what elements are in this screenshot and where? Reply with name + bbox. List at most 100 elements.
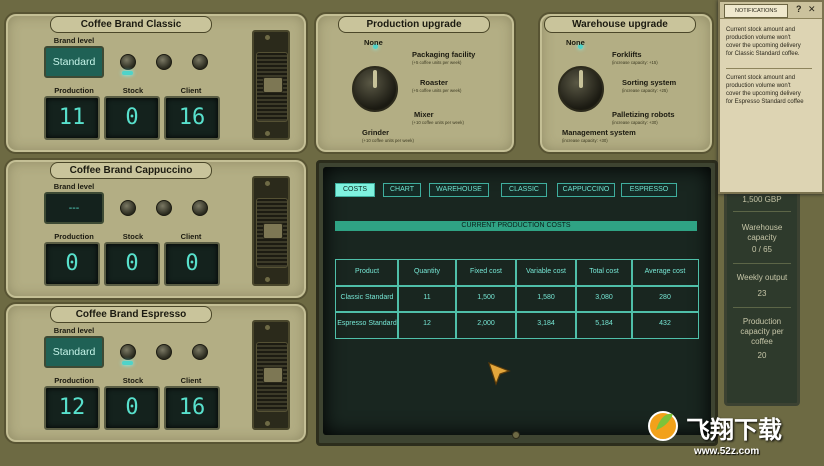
table-cell: 3,080: [595, 294, 613, 301]
toggle-switch[interactable]: [156, 54, 172, 70]
toggle-switch[interactable]: [120, 200, 136, 216]
table-cell: 1,500: [477, 294, 495, 301]
weekly-output-value: 23: [757, 289, 767, 298]
stats-panel: 1,500 GBP Warehouse capacity 0 / 65 Week…: [724, 176, 800, 406]
production-display: 11: [44, 96, 100, 140]
stock-label: Stock: [122, 86, 144, 95]
stock-display: 0: [104, 242, 160, 286]
toggle-switch[interactable]: [156, 200, 172, 216]
bolt-icon: [264, 180, 271, 187]
warehouse-option-sorting[interactable]: Sorting system: [622, 78, 676, 87]
stock-label: Stock: [122, 232, 144, 241]
stock-display: 0: [104, 386, 160, 430]
table-cell: Classic Standard: [340, 294, 394, 301]
bolt-icon: [264, 34, 271, 41]
production-display: 12: [44, 386, 100, 430]
bolt-icon: [264, 420, 271, 427]
production-upgrade-title: Production upgrade: [338, 16, 490, 33]
production-lever[interactable]: [256, 52, 288, 122]
production-label: Production: [54, 86, 94, 95]
leaf-logo-icon: [648, 411, 678, 441]
brand-level-display[interactable]: Standard: [44, 46, 104, 78]
production-option-grinder-sub: (+10 coffee units per week): [362, 138, 414, 143]
toggle-switch[interactable]: [120, 54, 136, 70]
production-lever[interactable]: [256, 198, 288, 268]
bolt-icon: [264, 276, 271, 283]
warehouse-option-forklifts-sub: (increase capacity: +15): [612, 60, 658, 65]
client-display: 16: [164, 96, 220, 140]
notification-message: Current stock amount and production volu…: [726, 27, 801, 57]
toggle-switch[interactable]: [192, 200, 208, 216]
tab-cappuccino[interactable]: CAPPUCCINO: [557, 183, 615, 197]
production-option-grinder[interactable]: Grinder: [362, 128, 389, 137]
toggle-switch[interactable]: [192, 54, 208, 70]
tab-warehouse[interactable]: WAREHOUSE: [429, 183, 489, 197]
toggle-switch[interactable]: [120, 344, 136, 360]
tab-espresso[interactable]: ESPRESSO: [621, 183, 677, 197]
client-label: Client: [180, 232, 202, 241]
production-label: Production: [54, 232, 94, 241]
brand-level-label: Brand level: [53, 36, 95, 45]
table-header-cell: Product: [354, 268, 380, 275]
tab-costs[interactable]: COSTS: [335, 183, 375, 197]
notifications-panel: NOTIFICATIONS ? ✕ Current stock amount a…: [718, 0, 824, 194]
costs-title: CURRENT PRODUCTION COSTS: [461, 222, 571, 229]
notifications-title: NOTIFICATIONS: [724, 4, 788, 18]
table-cell: 2,000: [477, 320, 495, 327]
warehouse-option-forklifts[interactable]: Forklifts: [612, 50, 642, 59]
cursor-arrow-icon: [488, 361, 511, 386]
stats-divider: [733, 307, 791, 308]
production-lever[interactable]: [256, 342, 288, 412]
production-option-mixer[interactable]: Mixer: [414, 110, 434, 119]
brand-level-label: Brand level: [53, 182, 95, 191]
table-cell: Espresso Standard: [337, 320, 397, 327]
brand-level-display[interactable]: Standard: [44, 336, 104, 368]
table-cell: 280: [659, 294, 671, 301]
table-header-cell: Quantity: [413, 268, 441, 275]
help-button[interactable]: ?: [796, 4, 802, 14]
money-value: 1,500 GBP: [742, 195, 782, 204]
brand-panel: Coffee Brand Espresso Brand level Standa…: [4, 302, 308, 444]
table-header-cell: Total cost: [589, 268, 619, 275]
table-cell: 3,184: [537, 320, 555, 327]
table-cell: 432: [659, 320, 671, 327]
warehouse-option-management[interactable]: Management system: [562, 128, 636, 137]
warehouse-option-none[interactable]: None: [566, 38, 585, 47]
client-display: 0: [164, 242, 220, 286]
toggle-switch[interactable]: [156, 344, 172, 360]
table-header-cell: Variable cost: [526, 268, 566, 275]
weekly-output-label: Weekly output: [736, 273, 788, 282]
client-display: 16: [164, 386, 220, 430]
watermark-logo: [648, 404, 678, 444]
production-option-packaging-sub: (+5 coffee units per week): [412, 60, 462, 65]
warehouse-upgrade-knob[interactable]: [558, 66, 604, 112]
production-option-roaster[interactable]: Roaster: [420, 78, 448, 87]
production-upgrade-knob[interactable]: [352, 66, 398, 112]
warehouse-upgrade-title: Warehouse upgrade: [544, 16, 696, 33]
tab-classic[interactable]: CLASSIC: [501, 183, 547, 197]
stock-label: Stock: [122, 376, 144, 385]
production-option-mixer-sub: (+10 coffee units per week): [412, 120, 464, 125]
production-label: Production: [54, 376, 94, 385]
bolt-icon: [264, 324, 271, 331]
production-option-none[interactable]: None: [364, 38, 383, 47]
warehouse-option-palletizing[interactable]: Palletizing robots: [612, 110, 675, 119]
brand-level-indicator: [122, 361, 133, 365]
brand-level-label: Brand level: [53, 326, 95, 335]
brand-level-display[interactable]: ---: [44, 192, 104, 224]
table-cell: 1,580: [537, 294, 555, 301]
tab-chart[interactable]: CHART: [383, 183, 421, 197]
brand-title: Coffee Brand Cappuccino: [50, 162, 212, 179]
production-option-packaging[interactable]: Packaging facility: [412, 50, 475, 59]
stock-display: 0: [104, 96, 160, 140]
production-display: 0: [44, 242, 100, 286]
table-cell: 11: [423, 294, 431, 301]
toggle-switch[interactable]: [192, 344, 208, 360]
brand-level-indicator: [122, 71, 133, 75]
brand-title: Coffee Brand Espresso: [50, 306, 212, 323]
warehouse-capacity-value: 0 / 65: [751, 245, 772, 254]
table-cell: 5,184: [595, 320, 613, 327]
close-button[interactable]: ✕: [808, 4, 816, 15]
brand-panel: Coffee Brand Classic Brand level Standar…: [4, 12, 308, 154]
table-header-cell: Fixed cost: [470, 268, 502, 275]
